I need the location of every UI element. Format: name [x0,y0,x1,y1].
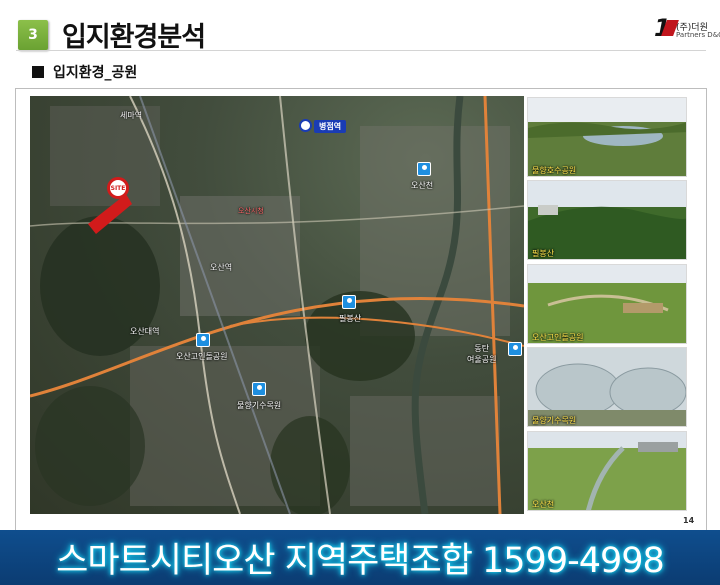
park-pin-icon [196,333,210,347]
park-label-pilbongsan: 필봉산 [339,314,362,323]
page-title: 입지환경분석 [62,22,206,53]
photo-caption: 물향기수목원 [532,416,577,425]
park-pin-icon [508,342,522,356]
photo-caption: 오산고인돌공원 [532,333,584,342]
place-label: 세마역 [120,111,143,120]
park-photo: 오산천 [527,431,687,511]
subtitle-text: 입지환경_공원 [53,65,138,81]
park-photo: 필봉산 [527,180,687,260]
place-label: 오산역 [210,263,233,272]
park-label-mulhyanggi: 물향기수목원 [237,401,282,410]
map-terrain [30,96,524,514]
company-logo: 1 (주)더원 Partners D&C [654,14,720,44]
site-label: SITE [110,184,126,192]
park-pin-icon [252,382,266,396]
section-subtitle: 입지환경_공원 [32,62,137,82]
park-label-dongtan: 동탄 여울공원 [467,344,497,364]
site-marker-icon: SITE [107,177,129,199]
aerial-map: 병점역 SITE 오산천 필봉산 오산고인돌공원 물향기수목원 동탄 여울공원 … [30,96,524,514]
park-photo: 물향호수공원 [527,97,687,177]
photo-caption: 필봉산 [532,249,555,258]
page-number: 14 [683,516,695,525]
contact-banner: 스마트시티오산 지역주택조합 1599-4998 [0,530,720,585]
place-label: 오산시청 [238,207,264,215]
photo-caption: 오산천 [532,500,555,509]
place-label: 오산대역 [130,327,160,336]
photo-caption: 물향호수공원 [532,166,577,175]
station-marker-icon [299,119,312,132]
park-label-gorinpark: 오산고인돌공원 [176,352,228,361]
banner-text: 스마트시티오산 지역주택조합 1599-4998 [56,541,665,581]
park-photo: 물향기수목원 [527,347,687,427]
section-number-badge: 3 [18,20,48,50]
station-label: 병점역 [314,120,347,133]
park-photo: 오산고인돌공원 [527,264,687,344]
logo-sub: Partners D&C [676,31,720,39]
park-pin-icon [417,162,431,176]
header-divider [16,50,706,51]
bullet-square-icon [32,66,44,78]
park-label-osancheon: 오산천 [411,181,434,190]
park-pin-icon [342,295,356,309]
